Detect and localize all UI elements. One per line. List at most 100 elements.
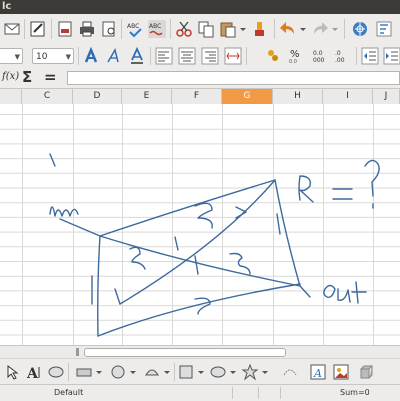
formula-bar: f(x) Σ = — [0, 68, 400, 89]
print-preview-icon[interactable] — [99, 19, 119, 39]
clone-formatting-icon[interactable] — [250, 19, 270, 39]
chevron-down-icon[interactable] — [94, 362, 104, 382]
block-arrows-icon[interactable] — [176, 362, 196, 382]
separator — [356, 47, 357, 65]
column-header-j[interactable]: J — [373, 89, 400, 104]
window-title: lc — [2, 1, 12, 12]
separator — [258, 387, 259, 399]
email-icon[interactable] — [2, 19, 22, 39]
symbol-shapes-icon[interactable] — [142, 362, 162, 382]
separator — [274, 19, 275, 39]
align-right-icon[interactable] — [200, 46, 220, 66]
cut-icon[interactable] — [174, 19, 194, 39]
column-header-bar: C D E F G H I J — [0, 89, 400, 105]
formula-input[interactable] — [67, 71, 400, 85]
percent-format-icon[interactable]: % 0.0 — [287, 46, 307, 66]
separator — [174, 363, 175, 381]
column-header-d[interactable]: D — [73, 89, 122, 104]
points-icon[interactable] — [280, 362, 300, 382]
undo-dropdown-icon[interactable] — [298, 19, 308, 39]
text-box-icon[interactable] — [46, 362, 66, 382]
scrollbar-split-handle[interactable] — [76, 348, 79, 356]
decrease-indent-icon[interactable] — [360, 46, 380, 66]
insert-image-icon[interactable] — [331, 362, 351, 382]
separator — [344, 19, 345, 39]
bold-icon[interactable] — [81, 46, 101, 66]
separator — [24, 19, 25, 39]
svg-text:000: 000 — [313, 57, 325, 64]
merge-cells-icon[interactable] — [223, 46, 243, 66]
increase-indent-icon[interactable] — [382, 46, 400, 66]
separator — [51, 19, 52, 39]
select-tool-icon[interactable] — [4, 362, 24, 382]
currency-format-icon[interactable] — [264, 46, 284, 66]
window-titlebar: lc — [0, 0, 400, 14]
page-style-label[interactable]: Default — [54, 388, 83, 397]
chevron-down-icon[interactable] — [196, 362, 206, 382]
formatting-toolbar: ▼ 10 ▼ % 0.0 0.0 000 .0.00 — [0, 44, 400, 69]
column-header-c[interactable]: C — [22, 89, 73, 104]
number-format-icon[interactable]: 0.0 000 — [310, 46, 330, 66]
sort-ascending-icon[interactable] — [374, 19, 394, 39]
separator — [68, 363, 69, 381]
column-header-i[interactable]: I — [323, 89, 373, 104]
separator — [150, 47, 151, 65]
edit-file-icon[interactable] — [28, 19, 48, 39]
undo-icon[interactable] — [278, 19, 298, 39]
cell-grid[interactable] — [0, 104, 400, 345]
autospellcheck-icon[interactable]: ABC — [147, 19, 167, 39]
align-center-icon[interactable] — [177, 46, 197, 66]
copy-icon[interactable] — [196, 19, 216, 39]
sum-button[interactable]: Σ — [22, 68, 32, 86]
column-header-g[interactable]: G — [222, 89, 273, 104]
fontwork-icon[interactable]: A — [25, 362, 45, 382]
separator — [78, 47, 79, 65]
font-size-combo[interactable]: 10 ▼ — [32, 48, 74, 64]
svg-text:ABC: ABC — [149, 23, 161, 30]
basic-shapes-icon[interactable] — [108, 362, 128, 382]
separator — [170, 19, 171, 39]
font-size-value: 10 — [36, 52, 48, 62]
add-decimal-icon[interactable]: .0.00 — [333, 46, 353, 66]
chevron-down-icon: ▼ — [65, 53, 71, 61]
underline-icon[interactable] — [127, 46, 147, 66]
sum-readout: Sum=0 — [340, 388, 370, 397]
align-left-icon[interactable] — [154, 46, 174, 66]
print-icon[interactable] — [77, 19, 97, 39]
paste-icon[interactable] — [218, 19, 238, 39]
export-pdf-icon[interactable] — [55, 19, 75, 39]
stars-icon[interactable] — [240, 362, 260, 382]
line-tool-icon[interactable] — [74, 362, 94, 382]
hyperlink-icon[interactable] — [350, 19, 370, 39]
drawing-toolbar: A A — [0, 358, 400, 385]
fontwork-gallery-icon[interactable]: A — [308, 362, 328, 382]
spellcheck-icon[interactable]: ABC — [125, 19, 145, 39]
column-header-f[interactable]: F — [172, 89, 222, 104]
extrusion-icon[interactable] — [356, 362, 376, 382]
svg-text:0.0: 0.0 — [313, 50, 323, 57]
freehand-circuit-drawing[interactable] — [0, 104, 400, 345]
svg-text:0.0: 0.0 — [289, 59, 297, 65]
chevron-down-icon[interactable] — [162, 362, 172, 382]
status-bar: Default Sum=0 — [0, 384, 400, 401]
function-button[interactable]: = — [44, 68, 57, 86]
chevron-down-icon[interactable] — [128, 362, 138, 382]
horizontal-scrollbar[interactable] — [0, 345, 400, 358]
column-header-b[interactable] — [0, 89, 22, 104]
font-name-combo[interactable]: ▼ — [0, 48, 23, 64]
svg-text:ABC: ABC — [127, 23, 139, 30]
chevron-down-icon[interactable] — [228, 362, 238, 382]
chevron-down-icon: ▼ — [14, 53, 20, 61]
scrollbar-thumb[interactable] — [84, 348, 286, 357]
redo-dropdown-icon[interactable] — [330, 19, 340, 39]
flowchart-icon[interactable] — [208, 362, 228, 382]
column-header-h[interactable]: H — [273, 89, 323, 104]
function-wizard-button[interactable]: f(x) — [2, 71, 19, 82]
paste-dropdown-icon[interactable] — [238, 19, 248, 39]
column-header-e[interactable]: E — [122, 89, 172, 104]
redo-icon[interactable] — [310, 19, 330, 39]
italic-icon[interactable] — [104, 46, 124, 66]
svg-text:.00: .00 — [335, 57, 345, 64]
chevron-down-icon[interactable] — [260, 362, 270, 382]
separator — [246, 47, 247, 65]
